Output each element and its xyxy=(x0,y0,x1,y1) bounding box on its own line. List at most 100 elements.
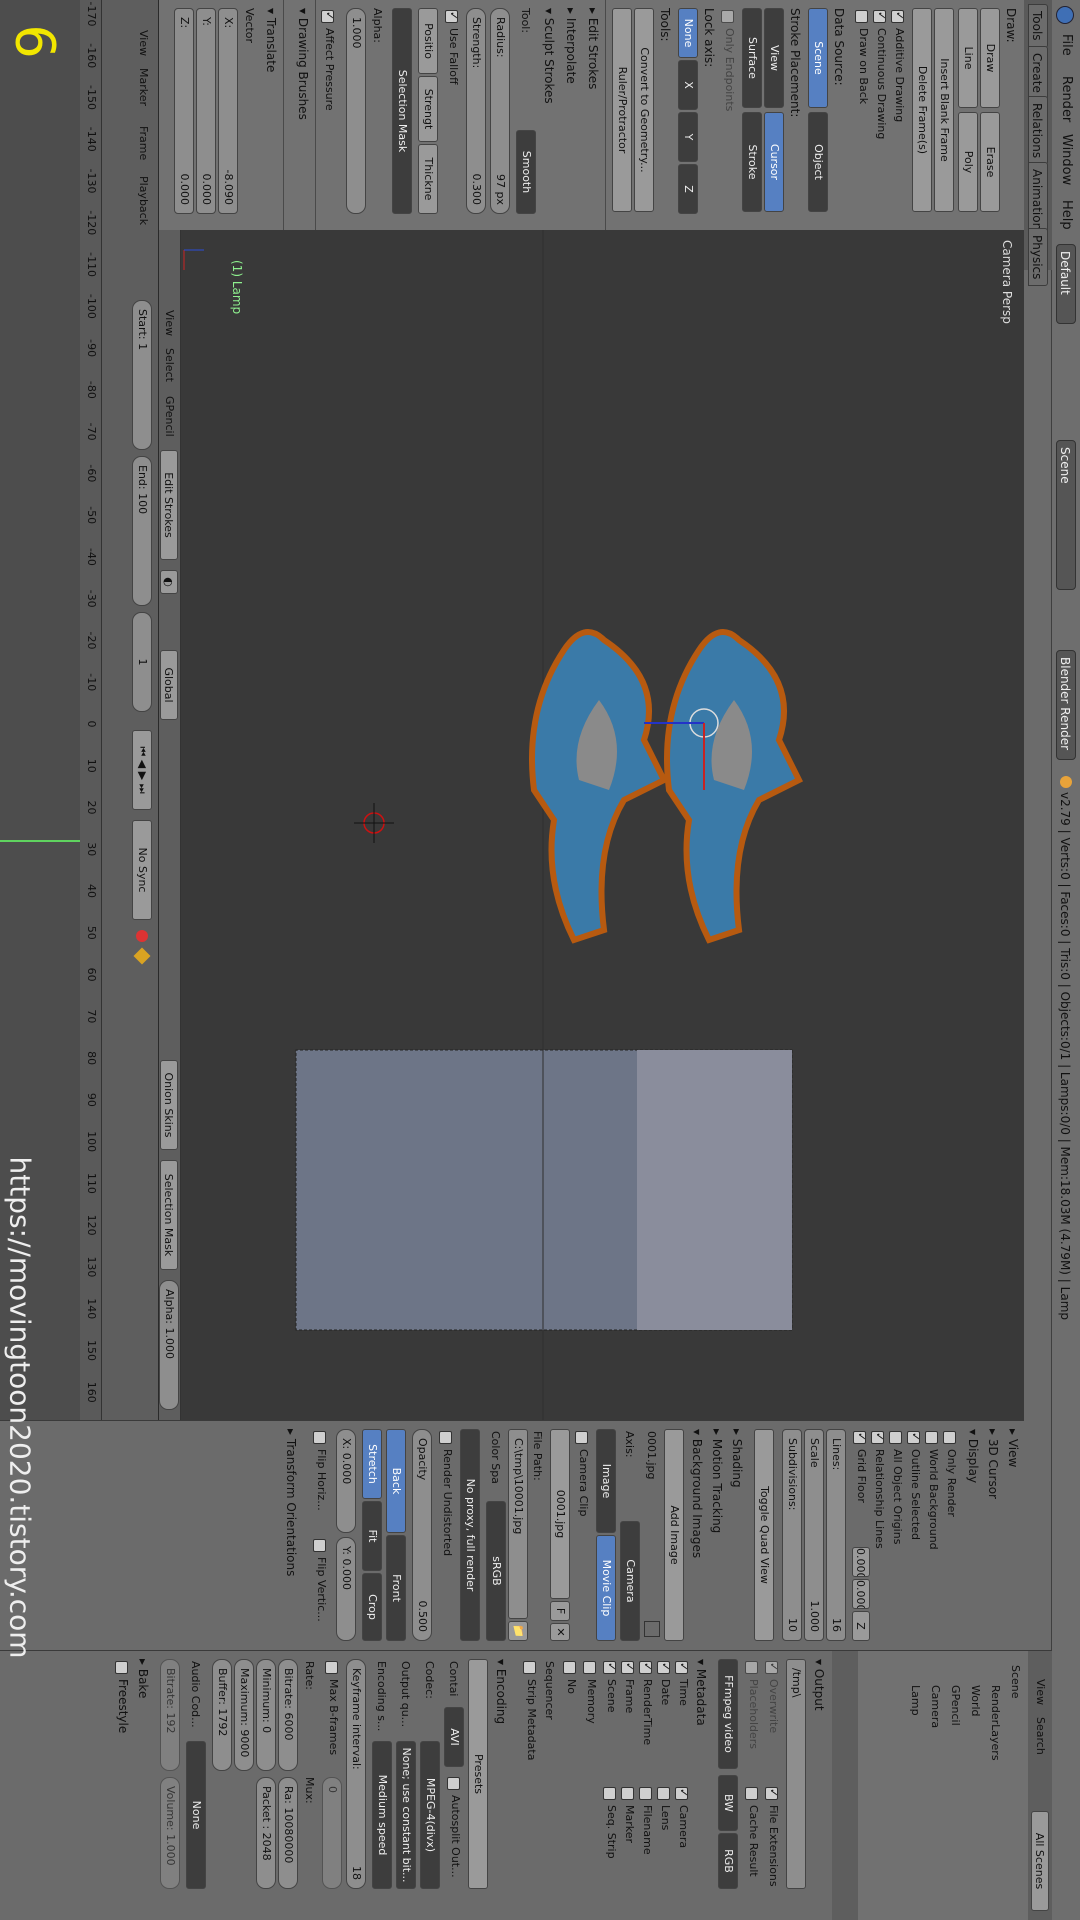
meta-time-checkbox[interactable] xyxy=(675,1661,688,1674)
selection-mask-button[interactable]: Selection Mask xyxy=(392,8,412,214)
audio-bitrate-field[interactable]: Bitrate: 192 xyxy=(160,1659,180,1771)
unlink-image-icon[interactable]: ✕ xyxy=(550,1623,570,1641)
radius-field[interactable]: Radius: 97 px xyxy=(490,8,510,214)
outliner-item-camera[interactable]: Camera xyxy=(929,1685,942,1728)
current-frame-field[interactable]: 1 xyxy=(132,612,152,712)
current-frame-cursor[interactable] xyxy=(0,840,80,842)
toggle-quad-view-button[interactable]: Toggle Quad View xyxy=(754,1429,774,1641)
tl-menu-frame[interactable]: Frame xyxy=(137,126,150,160)
menu-render[interactable]: Render xyxy=(1059,76,1074,122)
placeholders-checkbox[interactable] xyxy=(745,1661,758,1674)
drawing-brushes-header[interactable]: ▾ Drawing Brushes xyxy=(296,8,310,120)
audio-codec-selector[interactable]: None xyxy=(186,1741,206,1889)
affect-thickness-button[interactable]: Thickne xyxy=(418,144,438,214)
color-space-selector[interactable]: sRGB xyxy=(486,1501,506,1641)
source-movie-clip-button[interactable]: Movie Clip xyxy=(596,1535,616,1641)
np-transform-orientations-header[interactable]: ▸ Transform Orientations xyxy=(284,1429,298,1576)
color-bw-button[interactable]: BW xyxy=(718,1775,738,1831)
sculpt-strokes-header[interactable]: ▾ Sculpt Strokes xyxy=(542,8,556,104)
tab-relations[interactable]: Relations xyxy=(1028,96,1048,166)
outliner-item-renderlayers[interactable]: RenderLayers xyxy=(989,1685,1002,1761)
end-frame-field[interactable]: End: 100 xyxy=(132,456,152,606)
insert-blank-frame-button[interactable]: Insert Blank Frame xyxy=(934,8,954,212)
outliner-menu-search[interactable]: Search xyxy=(1034,1717,1047,1755)
vp-menu-gpencil[interactable]: GPencil xyxy=(163,396,176,437)
mode-selector[interactable]: Edit Strokes xyxy=(160,450,178,560)
outliner-item-gpencil[interactable]: GPencil xyxy=(949,1685,962,1726)
meta-scene-checkbox[interactable] xyxy=(603,1661,616,1674)
convert-geometry-button[interactable]: Convert to Geometry... xyxy=(634,8,654,212)
np-display-header[interactable]: ▾ Display xyxy=(966,1429,980,1483)
encoding-speed-selector[interactable]: Medium speed xyxy=(372,1741,392,1889)
meta-memory-checkbox[interactable] xyxy=(583,1661,596,1674)
scene-selector[interactable]: Scene xyxy=(1056,440,1076,590)
file-format-selector[interactable]: FFmpeg video xyxy=(718,1659,738,1769)
offset-y-field[interactable]: Y: 0.000 xyxy=(336,1537,356,1641)
packet-size-field[interactable]: Packet : 2048 xyxy=(256,1777,276,1889)
layout-selector[interactable]: Default xyxy=(1056,244,1076,324)
lock-axis-x[interactable]: X xyxy=(678,60,698,110)
menu-file[interactable]: File xyxy=(1059,34,1074,56)
np-view-header[interactable]: ▸ View xyxy=(1006,1429,1020,1467)
interpolate-header[interactable]: ▸ Interpolate xyxy=(564,8,578,84)
onion-skins-button[interactable]: Onion Skins xyxy=(160,1060,178,1150)
meta-filename-checkbox[interactable] xyxy=(639,1787,652,1800)
output-path-field[interactable]: /tmp\ xyxy=(786,1659,806,1889)
bitrate-field[interactable]: Bitrate: 6000 xyxy=(278,1659,298,1771)
flip-vertical-checkbox[interactable] xyxy=(313,1539,326,1552)
image-datablock-selector[interactable]: 0001.jpg xyxy=(550,1429,570,1599)
freestyle-checkbox[interactable] xyxy=(115,1661,128,1674)
alpha-field[interactable]: 1.000 xyxy=(346,8,366,214)
translate-x-field[interactable]: X: -8.090 xyxy=(218,8,238,214)
properties-context-tabs[interactable] xyxy=(832,1651,858,1920)
ruler-button[interactable]: Ruler/Protractor xyxy=(612,8,632,212)
data-source-scene[interactable]: Scene xyxy=(808,8,828,108)
blender-logo-icon[interactable] xyxy=(1056,6,1074,24)
continuous-drawing-checkbox[interactable] xyxy=(873,10,886,23)
placement-view[interactable]: View xyxy=(764,8,784,108)
offset-x-field[interactable]: X: 0.000 xyxy=(336,1429,356,1533)
depth-back-button[interactable]: Back xyxy=(386,1429,406,1533)
vp-menu-select[interactable]: Select xyxy=(163,348,176,382)
record-icon[interactable] xyxy=(136,930,148,942)
grid-axis-y[interactable]: 0.000 xyxy=(852,1579,870,1609)
encoding-presets[interactable]: Presets xyxy=(468,1659,488,1889)
edit-strokes-header[interactable]: ▸ Edit Strokes xyxy=(586,8,600,89)
only-render-checkbox[interactable] xyxy=(943,1431,956,1444)
meta-lens-checkbox[interactable] xyxy=(657,1787,670,1800)
affect-strength-button[interactable]: Strengt xyxy=(418,76,438,142)
tab-animation[interactable]: Animation xyxy=(1028,162,1048,238)
outline-selected-checkbox[interactable] xyxy=(907,1431,920,1444)
grid-scale-field[interactable]: Scale 1.000 xyxy=(804,1429,824,1641)
frame-crop-button[interactable]: Crop xyxy=(362,1573,382,1641)
affect-position-button[interactable]: Positio xyxy=(418,8,438,74)
poly-button[interactable]: Poly xyxy=(958,112,978,212)
world-background-checkbox[interactable] xyxy=(925,1431,938,1444)
render-undistorted-checkbox[interactable] xyxy=(439,1431,452,1444)
tab-physics[interactable]: Physics xyxy=(1028,228,1048,287)
strength-field[interactable]: Strength: 0.300 xyxy=(466,8,486,214)
sync-selector[interactable]: No Sync xyxy=(132,820,152,920)
mux-rate-field[interactable]: Ra: 10080000 xyxy=(278,1777,298,1889)
add-image-button[interactable]: Add Image xyxy=(664,1429,684,1641)
use-falloff-checkbox[interactable] xyxy=(445,10,458,23)
minimum-field[interactable]: Minimum: 0 xyxy=(256,1659,276,1771)
outliner-display-mode[interactable]: All Scenes xyxy=(1031,1811,1049,1911)
proxy-selector[interactable]: No proxy, full render xyxy=(460,1429,480,1641)
max-bframes-field[interactable]: 0 xyxy=(322,1777,342,1889)
additive-drawing-checkbox[interactable] xyxy=(891,10,904,23)
draw-button[interactable]: Draw xyxy=(980,8,1000,108)
outliner-item-scene[interactable]: Scene xyxy=(1009,1665,1022,1699)
placement-stroke[interactable]: Stroke xyxy=(742,112,762,212)
menu-window[interactable]: Window xyxy=(1059,134,1074,185)
meta-marker-checkbox[interactable] xyxy=(621,1787,634,1800)
shading-toggle[interactable]: ◐ xyxy=(160,570,178,594)
placement-surface[interactable]: Surface xyxy=(742,8,762,108)
metadata-header[interactable]: ▾ Metadata xyxy=(694,1659,708,1726)
remove-image-icon[interactable] xyxy=(644,1621,660,1637)
container-selector[interactable]: AVI xyxy=(444,1707,464,1767)
tl-menu-playback[interactable]: Playback xyxy=(137,176,150,225)
affect-pressure-checkbox[interactable] xyxy=(321,10,334,23)
output-quality-selector[interactable]: None; use constant bit... xyxy=(396,1741,416,1889)
max-bframes-checkbox[interactable] xyxy=(325,1661,338,1674)
